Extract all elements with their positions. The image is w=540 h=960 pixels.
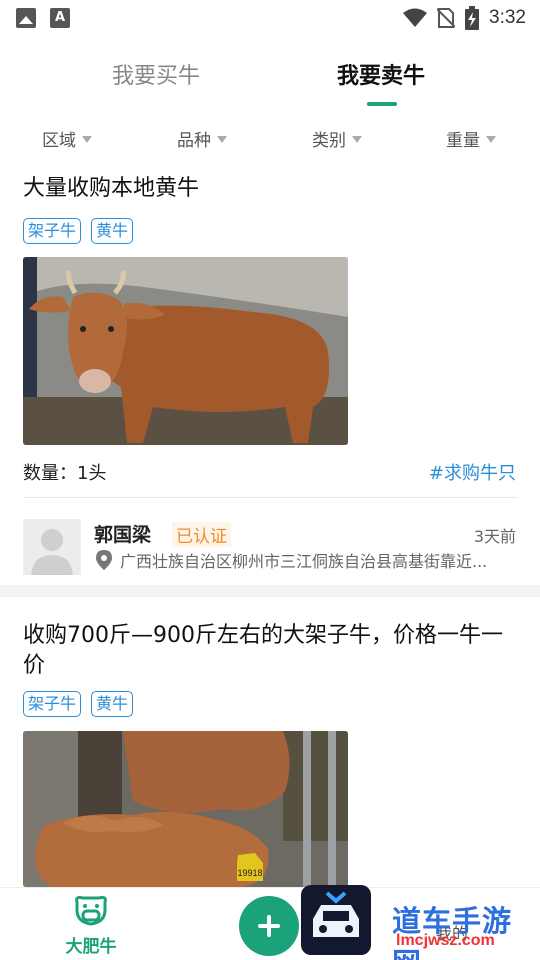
- caret-down-icon: [352, 136, 362, 143]
- filter-breed-label: 品种: [177, 131, 211, 151]
- image-icon: [16, 8, 36, 28]
- filter-bar: 区域 品种 类别 重量: [0, 116, 540, 160]
- filter-weight[interactable]: 重量: [446, 126, 496, 151]
- listing-title: 收购700斤—900斤左右的大架子牛，价格一牛一价: [23, 623, 503, 678]
- location-pin-icon: [96, 550, 112, 570]
- market-tabs: 我要买牛 我要卖牛: [0, 36, 540, 110]
- listing-hashtag[interactable]: #求购牛只: [429, 459, 516, 485]
- listing-card[interactable]: 大量收购本地黄牛 架子牛 黄牛 数量：1头 #求购牛只 郭国梁 已认证 3天前 …: [0, 160, 540, 585]
- nav-home[interactable]: 大肥牛: [58, 896, 124, 957]
- watermark-text: 道车手游网: [392, 904, 513, 960]
- tag-yellow-cattle: 黄牛: [91, 691, 134, 717]
- listing-card[interactable]: 收购700斤—900斤左右的大架子牛，价格一牛一价 架子牛 黄牛 19918: [0, 597, 540, 887]
- tab-buy-cattle[interactable]: 我要买牛: [112, 58, 200, 90]
- avatar[interactable]: [23, 519, 81, 575]
- seller-name: 郭国梁: [94, 524, 152, 546]
- listing-title: 大量收购本地黄牛: [23, 176, 200, 201]
- seller-location: 广西壮族自治区柳州市三江侗族自治县高基街靠近...: [96, 548, 516, 572]
- listing-quantity: 数量：1头: [23, 463, 107, 484]
- tag-frame-cattle: 架子牛: [23, 218, 82, 244]
- tab-sell-cattle[interactable]: 我要卖牛: [337, 58, 425, 90]
- watermark-url: lmcjwsz.com: [396, 932, 495, 949]
- publish-plus-button[interactable]: [239, 896, 299, 956]
- a-icon: A: [50, 8, 70, 28]
- filter-category-label: 类别: [312, 131, 346, 151]
- cattle-photo[interactable]: [23, 257, 348, 445]
- verified-badge: 已认证: [172, 522, 231, 547]
- filter-category[interactable]: 类别: [312, 126, 362, 151]
- listing-tags: 架子牛 黄牛: [23, 218, 134, 244]
- wifi-icon: [403, 8, 428, 27]
- divider: [23, 497, 517, 498]
- battery-charging-icon: [465, 6, 480, 30]
- cattle-photo[interactable]: 19918: [23, 731, 348, 887]
- posted-time: 3天前: [473, 527, 516, 546]
- filter-breed[interactable]: 品种: [177, 126, 227, 151]
- tag-yellow-cattle: 黄牛: [91, 218, 134, 244]
- ear-tag-number: 19918: [237, 868, 262, 878]
- filter-region[interactable]: 区域: [42, 126, 92, 151]
- watermark-logo: [301, 885, 371, 955]
- status-bar: A 3:32: [0, 0, 540, 36]
- caret-down-icon: [217, 136, 227, 143]
- clock: 3:32: [489, 7, 526, 28]
- no-sim-icon: [437, 8, 456, 28]
- nav-home-label: 大肥牛: [65, 937, 117, 957]
- cow-face-icon: [75, 896, 107, 926]
- tag-frame-cattle: 架子牛: [23, 691, 82, 717]
- caret-down-icon: [82, 136, 92, 143]
- seller-location-text: 广西壮族自治区柳州市三江侗族自治县高基街靠近...: [120, 552, 488, 571]
- caret-down-icon: [486, 136, 496, 143]
- filter-region-label: 区域: [42, 131, 76, 151]
- filter-weight-label: 重量: [446, 131, 480, 151]
- card-separator: [0, 585, 540, 597]
- listing-tags: 架子牛 黄牛: [23, 691, 134, 717]
- active-tab-indicator: [367, 102, 397, 106]
